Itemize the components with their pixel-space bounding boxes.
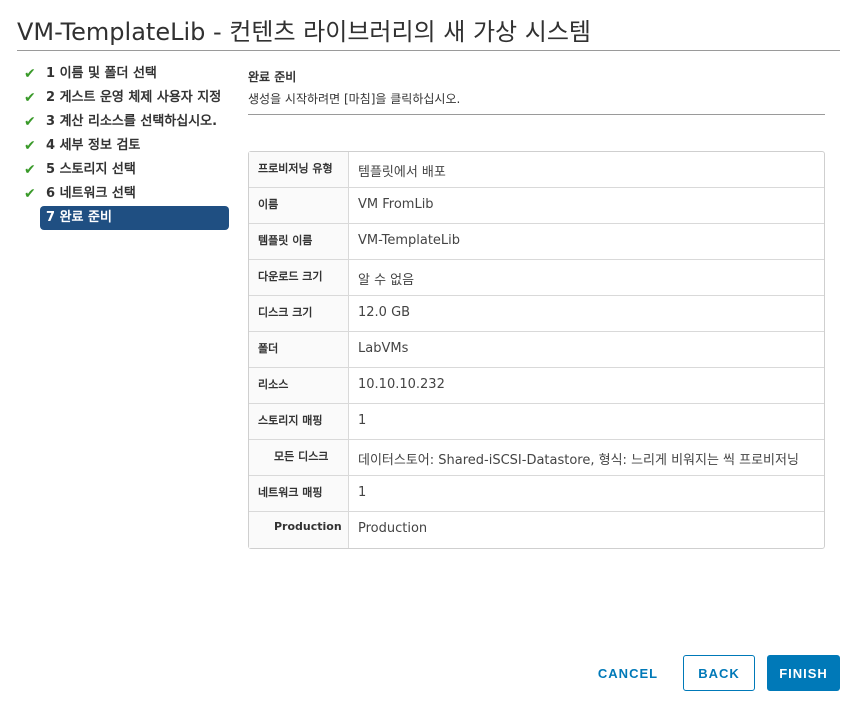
table-row: 네트워크 매핑 1 bbox=[249, 476, 824, 512]
row-value: 1 bbox=[358, 485, 367, 500]
row-value: 알 수 없음 bbox=[358, 273, 415, 288]
row-value: 템플릿에서 배포 bbox=[358, 165, 446, 180]
wizard-step-label: 7 완료 준비 bbox=[46, 210, 112, 225]
wizard-step-2[interactable]: ✔ 2 게스트 운영 체제 사용자 지정 bbox=[22, 86, 232, 110]
check-icon: ✔ bbox=[24, 186, 36, 202]
wizard-step-label: 5 스토리지 선택 bbox=[46, 162, 136, 177]
row-value: 1 bbox=[358, 413, 367, 428]
table-row: 프로비저닝 유형 템플릿에서 배포 bbox=[249, 152, 824, 188]
table-row: 리소스 10.10.10.232 bbox=[249, 368, 824, 404]
wizard-step-7-active[interactable]: 7 완료 준비 bbox=[40, 206, 229, 230]
row-key: 네트워크 매핑 bbox=[249, 476, 349, 511]
check-icon: ✔ bbox=[24, 138, 36, 154]
panel-description: 생성을 시작하려면 [마침]을 클릭하십시오. bbox=[248, 92, 461, 106]
back-button[interactable]: BACK bbox=[683, 655, 755, 691]
row-value: VM FromLib bbox=[358, 197, 434, 212]
row-key: 프로비저닝 유형 bbox=[249, 152, 349, 187]
wizard-step-6[interactable]: ✔ 6 네트워크 선택 bbox=[22, 182, 232, 206]
row-value: Production bbox=[358, 521, 428, 536]
check-icon: ✔ bbox=[24, 90, 36, 106]
table-row: 폴더 LabVMs bbox=[249, 332, 824, 368]
table-row: 스토리지 매핑 1 bbox=[249, 404, 824, 440]
row-value: VM-TemplateLib bbox=[358, 233, 461, 248]
row-value: 12.0 GB bbox=[358, 305, 411, 320]
summary-table: 프로비저닝 유형 템플릿에서 배포 이름 VM FromLib 템플릿 이름 V… bbox=[248, 151, 825, 549]
panel-divider bbox=[248, 114, 825, 115]
dialog-title: VM-TemplateLib - 컨텐츠 라이브러리의 새 가상 시스템 bbox=[17, 18, 591, 46]
table-row: 디스크 크기 12.0 GB bbox=[249, 296, 824, 332]
wizard-step-3[interactable]: ✔ 3 계산 리소스를 선택하십시오. bbox=[22, 110, 232, 134]
check-icon: ✔ bbox=[24, 162, 36, 178]
wizard-step-label: 2 게스트 운영 체제 사용자 지정 bbox=[46, 90, 222, 105]
wizard-step-4[interactable]: ✔ 4 세부 정보 검토 bbox=[22, 134, 232, 158]
finish-button[interactable]: FINISH bbox=[767, 655, 840, 691]
row-key: 폴더 bbox=[249, 332, 349, 367]
row-key: 디스크 크기 bbox=[249, 296, 349, 331]
row-key: 스토리지 매핑 bbox=[249, 404, 349, 439]
wizard-step-5[interactable]: ✔ 5 스토리지 선택 bbox=[22, 158, 232, 182]
check-icon: ✔ bbox=[24, 114, 36, 130]
table-row: 다운로드 크기 알 수 없음 bbox=[249, 260, 824, 296]
check-icon: ✔ bbox=[24, 66, 36, 82]
row-key: 이름 bbox=[249, 188, 349, 223]
wizard-step-label: 1 이름 및 폴더 선택 bbox=[46, 66, 157, 81]
row-value: LabVMs bbox=[358, 341, 409, 356]
wizard-step-1[interactable]: ✔ 1 이름 및 폴더 선택 bbox=[22, 62, 232, 86]
table-row: 이름 VM FromLib bbox=[249, 188, 824, 224]
row-value: 데이터스토어: Shared-iSCSI-Datastore, 형식: 느리게 … bbox=[358, 453, 799, 468]
cancel-button[interactable]: CANCEL bbox=[588, 655, 668, 691]
panel-title: 완료 준비 bbox=[248, 70, 297, 84]
table-row: 템플릿 이름 VM-TemplateLib bbox=[249, 224, 824, 260]
wizard-step-label: 6 네트워크 선택 bbox=[46, 186, 136, 201]
row-value: 10.10.10.232 bbox=[358, 377, 445, 392]
row-key: 템플릿 이름 bbox=[249, 224, 349, 259]
row-key: 모든 디스크 bbox=[249, 440, 349, 475]
table-row: Production Production bbox=[249, 512, 824, 548]
wizard-step-label: 3 계산 리소스를 선택하십시오. bbox=[46, 114, 218, 129]
row-key: 다운로드 크기 bbox=[249, 260, 349, 295]
row-key: 리소스 bbox=[249, 368, 349, 403]
title-divider bbox=[17, 50, 840, 51]
wizard-steps: ✔ 1 이름 및 폴더 선택 ✔ 2 게스트 운영 체제 사용자 지정 ✔ 3 … bbox=[22, 62, 232, 230]
table-row: 모든 디스크 데이터스토어: Shared-iSCSI-Datastore, 형… bbox=[249, 440, 824, 476]
row-key: Production bbox=[249, 512, 349, 548]
wizard-step-label: 4 세부 정보 검토 bbox=[46, 138, 141, 153]
